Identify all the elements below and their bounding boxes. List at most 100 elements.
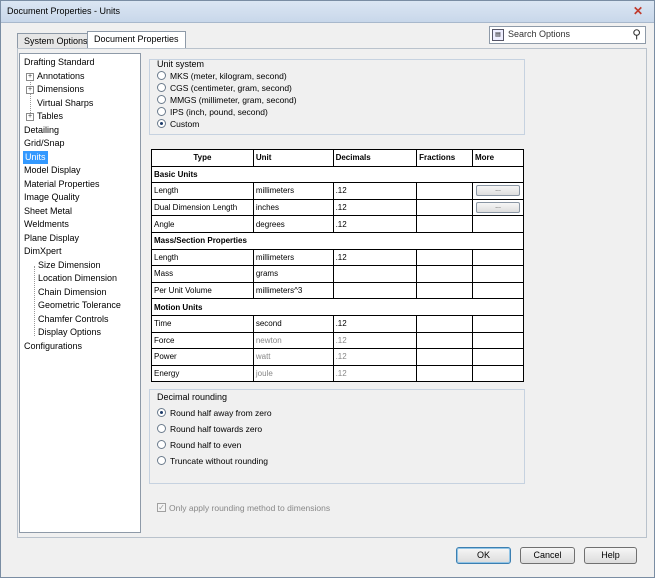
tab-document-properties[interactable]: Document Properties [87,31,186,49]
radio-icon[interactable] [157,107,166,117]
tree-item-units[interactable]: Units [23,151,48,164]
window-title: Document Properties - Units [7,6,121,16]
tree-item-dimxpert[interactable]: DimXpert [24,245,62,258]
cell-unit[interactable]: degrees [252,215,334,233]
cell-more [471,281,525,300]
cell-unit[interactable]: millimeters^3 [252,281,334,300]
cell-type: Mass [151,265,254,283]
cell-unit[interactable]: inches [252,198,334,217]
tree-item-dimensions[interactable]: + Dimensions [26,83,84,96]
tree-item-chamfer-controls[interactable]: Chamfer Controls [38,313,109,326]
tree-item-detailing[interactable]: Detailing [24,124,59,137]
cell-unit[interactable]: grams [252,265,334,283]
table-row: Mass grams [151,265,525,283]
radio-icon[interactable] [157,424,166,434]
cell-more [471,265,525,283]
tree-item-virtual-sharps[interactable]: Virtual Sharps [37,97,93,110]
radio-mks[interactable]: MKS (meter, kilogram, second) [157,70,287,82]
cell-unit: watt [252,348,334,366]
radio-icon-selected[interactable] [157,408,166,418]
tree-item-geometric-tolerance[interactable]: Geometric Tolerance [38,299,121,312]
cell-unit[interactable]: millimeters [252,248,334,267]
radio-round-half-even[interactable]: Round half to even [157,439,241,451]
expand-icon[interactable]: + [26,72,34,81]
header-unit: Unit [252,149,334,167]
tab-system-options[interactable]: System Options [17,33,95,48]
search-options-box[interactable]: ▤ Search Options ⚲ [489,26,646,44]
radio-truncate[interactable]: Truncate without rounding [157,455,268,467]
tree-item-tables[interactable]: + Tables [26,110,63,123]
tree-item-image-quality[interactable]: Image Quality [24,191,80,204]
cell-fractions[interactable] [416,215,473,233]
cell-decimals[interactable]: .12 [332,215,418,233]
radio-custom[interactable]: Custom [157,118,199,130]
tree-item-size-dimension[interactable]: Size Dimension [38,259,101,272]
tree-item-location-dimension[interactable]: Location Dimension [38,272,117,285]
tree-item-plane-display[interactable]: Plane Display [24,232,79,245]
radio-icon-selected[interactable] [157,119,166,129]
cell-more [471,348,525,366]
table-row: Length millimeters .12 [151,248,525,267]
header-decimals: Decimals [332,149,418,167]
tree-item-annotations[interactable]: + Annotations [26,70,85,83]
header-fractions: Fractions [416,149,473,167]
expand-icon[interactable]: + [26,85,34,94]
cell-decimals[interactable]: .12 [332,248,418,267]
cell-fractions[interactable] [416,248,473,267]
radio-icon[interactable] [157,440,166,450]
decimal-rounding-group [149,389,525,484]
checkbox-icon[interactable]: ✓ [157,503,166,513]
search-icon[interactable]: ⚲ [632,27,641,41]
cell-unit: joule [252,364,334,383]
radio-icon[interactable] [157,456,166,466]
tree-item-grid-snap[interactable]: Grid/Snap [24,137,65,150]
help-button[interactable]: Help [584,547,637,564]
tree-item-display-options[interactable]: Display Options [38,326,101,339]
title-bar: Document Properties - Units ✕ [1,1,654,23]
cell-decimals[interactable]: .12 [332,198,418,217]
radio-cgs[interactable]: CGS (centimeter, gram, second) [157,82,292,94]
tree-item-weldments[interactable]: Weldments [24,218,69,231]
radio-label: Truncate without rounding [170,456,268,466]
document-properties-dialog: Document Properties - Units ✕ System Opt… [0,0,655,578]
search-input[interactable]: Search Options [508,29,570,39]
tree-item-model-display[interactable]: Model Display [24,164,81,177]
cell-decimals[interactable]: .12 [332,314,418,333]
more-button[interactable]: ... [475,202,520,214]
cell-fractions[interactable] [416,314,473,333]
ok-button[interactable]: OK [456,547,511,564]
radio-label: Custom [170,119,200,129]
tree-item-drafting-standard[interactable]: Drafting Standard [24,56,95,69]
radio-round-half-towards[interactable]: Round half towards zero [157,423,262,435]
cell-unit[interactable]: millimeters [252,182,334,200]
radio-icon[interactable] [157,83,166,93]
tree-item-configurations[interactable]: Configurations [24,340,82,353]
cell-decimals: .12 [332,348,418,366]
cell-more [471,248,525,267]
expand-icon[interactable]: + [26,112,34,121]
cell-fractions[interactable] [416,182,473,200]
tree-item-material-properties[interactable]: Material Properties [24,178,100,191]
only-apply-rounding-checkbox[interactable]: ✓ Only apply rounding method to dimension… [157,503,330,513]
radio-icon[interactable] [157,95,166,105]
radio-ips[interactable]: IPS (inch, pound, second) [157,106,268,118]
radio-label: CGS (centimeter, gram, second) [170,83,292,93]
more-button[interactable]: ... [475,185,520,197]
search-scope-icon[interactable]: ▤ [492,29,504,41]
cancel-button[interactable]: Cancel [520,547,575,564]
table-header-row: Type Unit Decimals Fractions More [151,149,525,167]
section-basic-units: Basic Units [151,165,524,184]
cell-decimals [332,281,418,300]
close-icon[interactable]: ✕ [630,4,646,18]
radio-icon[interactable] [157,71,166,81]
radio-round-half-away[interactable]: Round half away from zero [157,407,272,419]
radio-mmgs[interactable]: MMGS (millimeter, gram, second) [157,94,297,106]
tree-item-chain-dimension[interactable]: Chain Dimension [38,286,107,299]
tree-item-sheet-metal[interactable]: Sheet Metal [24,205,72,218]
cell-decimals[interactable]: .12 [332,182,418,200]
radio-label: Round half to even [170,440,242,450]
cell-decimals: .12 [332,364,418,383]
cell-fractions[interactable] [416,198,473,217]
cell-unit[interactable]: second [252,314,334,333]
cell-unit: newton [252,331,334,350]
